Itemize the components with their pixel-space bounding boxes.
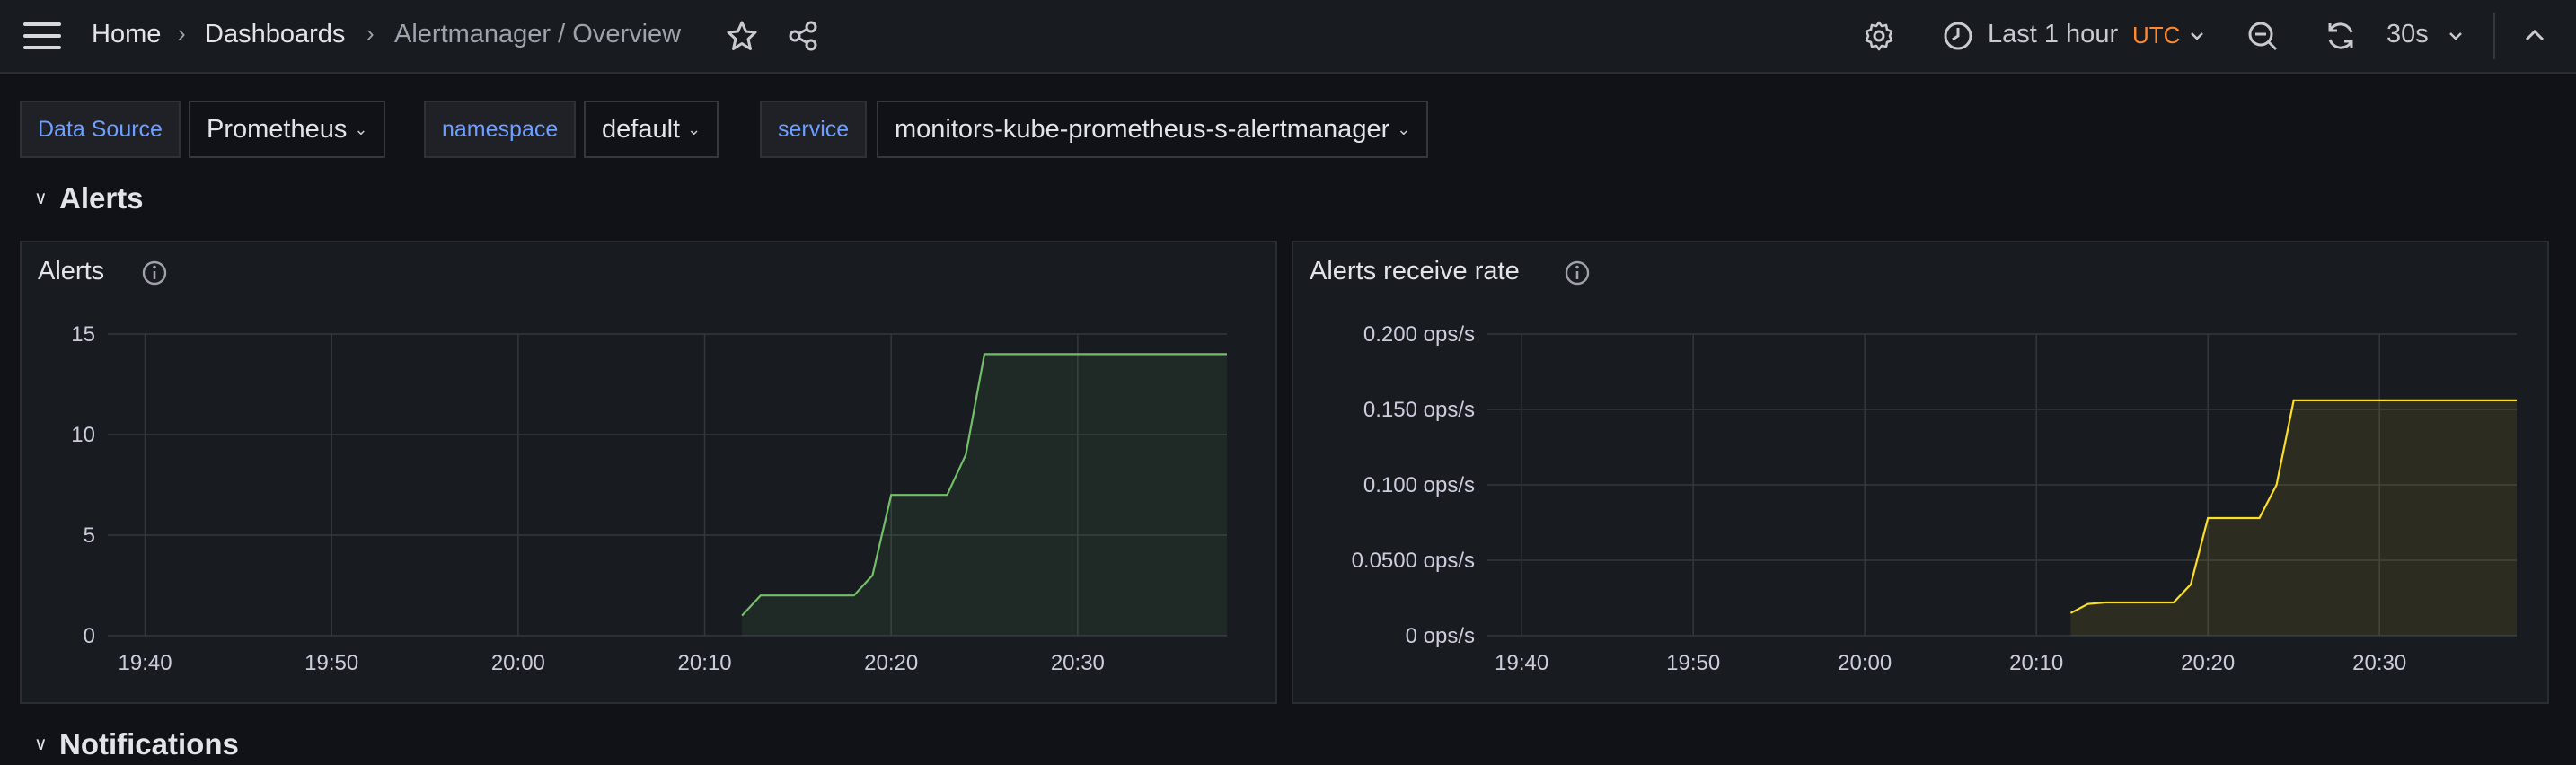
x-tick-label: 19:50 (1666, 651, 1720, 675)
x-tick-label: 20:30 (2352, 651, 2406, 675)
y-tick-label: 0.200 ops/s (1363, 322, 1475, 347)
breadcrumb-current: Alertmanager / Overview (394, 20, 682, 48)
x-tick-label: 19:50 (304, 651, 358, 675)
chevron-down-icon: ⌄ (687, 120, 701, 138)
y-tick-label: 0.150 ops/s (1363, 398, 1475, 422)
variable-value-namespace: default (602, 115, 681, 144)
x-tick-label: 20:10 (2009, 651, 2063, 675)
variable-value-service: monitors-kube-prometheus-s-alertmanager (895, 115, 1390, 144)
row-title-alerts[interactable]: Alerts (59, 181, 144, 215)
series-area (742, 354, 1227, 636)
x-tick-label: 20:10 (678, 651, 732, 675)
y-tick-label: 15 (71, 322, 95, 347)
breadcrumb-dashboards[interactable]: Dashboards (205, 20, 345, 49)
chevron-down-icon: ⌄ (1397, 120, 1411, 138)
y-tick-label: 10 (71, 423, 95, 447)
variable-select-namespace[interactable]: default ⌄ (584, 101, 719, 158)
x-tick-label: 20:30 (1051, 651, 1105, 675)
chevron-down-icon[interactable] (2445, 25, 2466, 47)
panel-alerts: Alerts 0 5 10 15 19:40 19:50 20:00 20:10 20:20 20… (20, 241, 1277, 704)
variable-select-service[interactable]: monitors-kube-prometheus-s-alertmanager ⌄ (877, 101, 1429, 158)
series-area (2070, 400, 2517, 636)
x-tick-label: 19:40 (119, 651, 172, 675)
x-tick-label: 20:00 (491, 651, 545, 675)
zoom-out-icon[interactable] (2245, 18, 2280, 54)
alerts-receive-rate-chart[interactable]: 0 ops/s 0.0500 ops/s 0.100 ops/s 0.150 ops/… (1293, 242, 2551, 706)
panel-alerts-receive-rate: Alerts receive rate 0 ops/s 0.0500 ops/s 0… (1292, 241, 2549, 704)
y-tick-label: 0 (84, 624, 95, 648)
timezone-label: UTC (2132, 22, 2181, 48)
refresh-icon[interactable] (2323, 18, 2359, 54)
x-tick-label: 20:20 (864, 651, 918, 675)
chevron-down-icon: ⌄ (354, 120, 368, 138)
chevron-down-icon[interactable] (2186, 25, 2208, 47)
clock-icon[interactable] (1940, 18, 1976, 54)
variable-select-datasource[interactable]: Prometheus ⌄ (189, 101, 386, 158)
breadcrumb-separator: › (366, 20, 375, 47)
variable-value-datasource: Prometheus (207, 115, 348, 144)
variable-label-service: service (760, 101, 868, 158)
share-icon[interactable] (785, 18, 821, 54)
menu-icon[interactable] (23, 22, 61, 49)
y-tick-label: 0.0500 ops/s (1352, 549, 1475, 573)
refresh-interval-picker[interactable]: 30s (2386, 20, 2429, 49)
breadcrumb-home[interactable]: Home (92, 20, 161, 49)
variable-label-datasource: Data Source (20, 101, 181, 158)
breadcrumb-separator: › (178, 20, 186, 47)
y-tick-label: 5 (84, 523, 95, 548)
y-tick-label: 0.100 ops/s (1363, 473, 1475, 497)
x-tick-label: 19:40 (1495, 651, 1548, 675)
row-collapse-icon[interactable]: ∨ (34, 187, 48, 209)
y-tick-label: 0 ops/s (1406, 624, 1475, 648)
top-navbar: Home › Dashboards › Alertmanager / Overv… (0, 0, 2576, 74)
x-tick-label: 20:00 (1838, 651, 1892, 675)
row-collapse-icon[interactable]: ∨ (34, 733, 48, 755)
x-tick-label: 20:20 (2181, 651, 2235, 675)
toolbar-divider (2493, 13, 2495, 59)
star-icon[interactable] (724, 18, 760, 54)
variable-label-namespace: namespace (424, 101, 577, 158)
gear-icon[interactable] (1861, 18, 1897, 54)
row-title-notifications[interactable]: Notifications (59, 727, 239, 761)
time-range-picker[interactable]: Last 1 hour (1988, 20, 2118, 49)
chevron-up-icon[interactable] (2517, 18, 2553, 54)
alerts-chart[interactable]: 0 5 10 15 19:40 19:50 20:00 20:10 20:20 20:30 (22, 242, 1279, 706)
